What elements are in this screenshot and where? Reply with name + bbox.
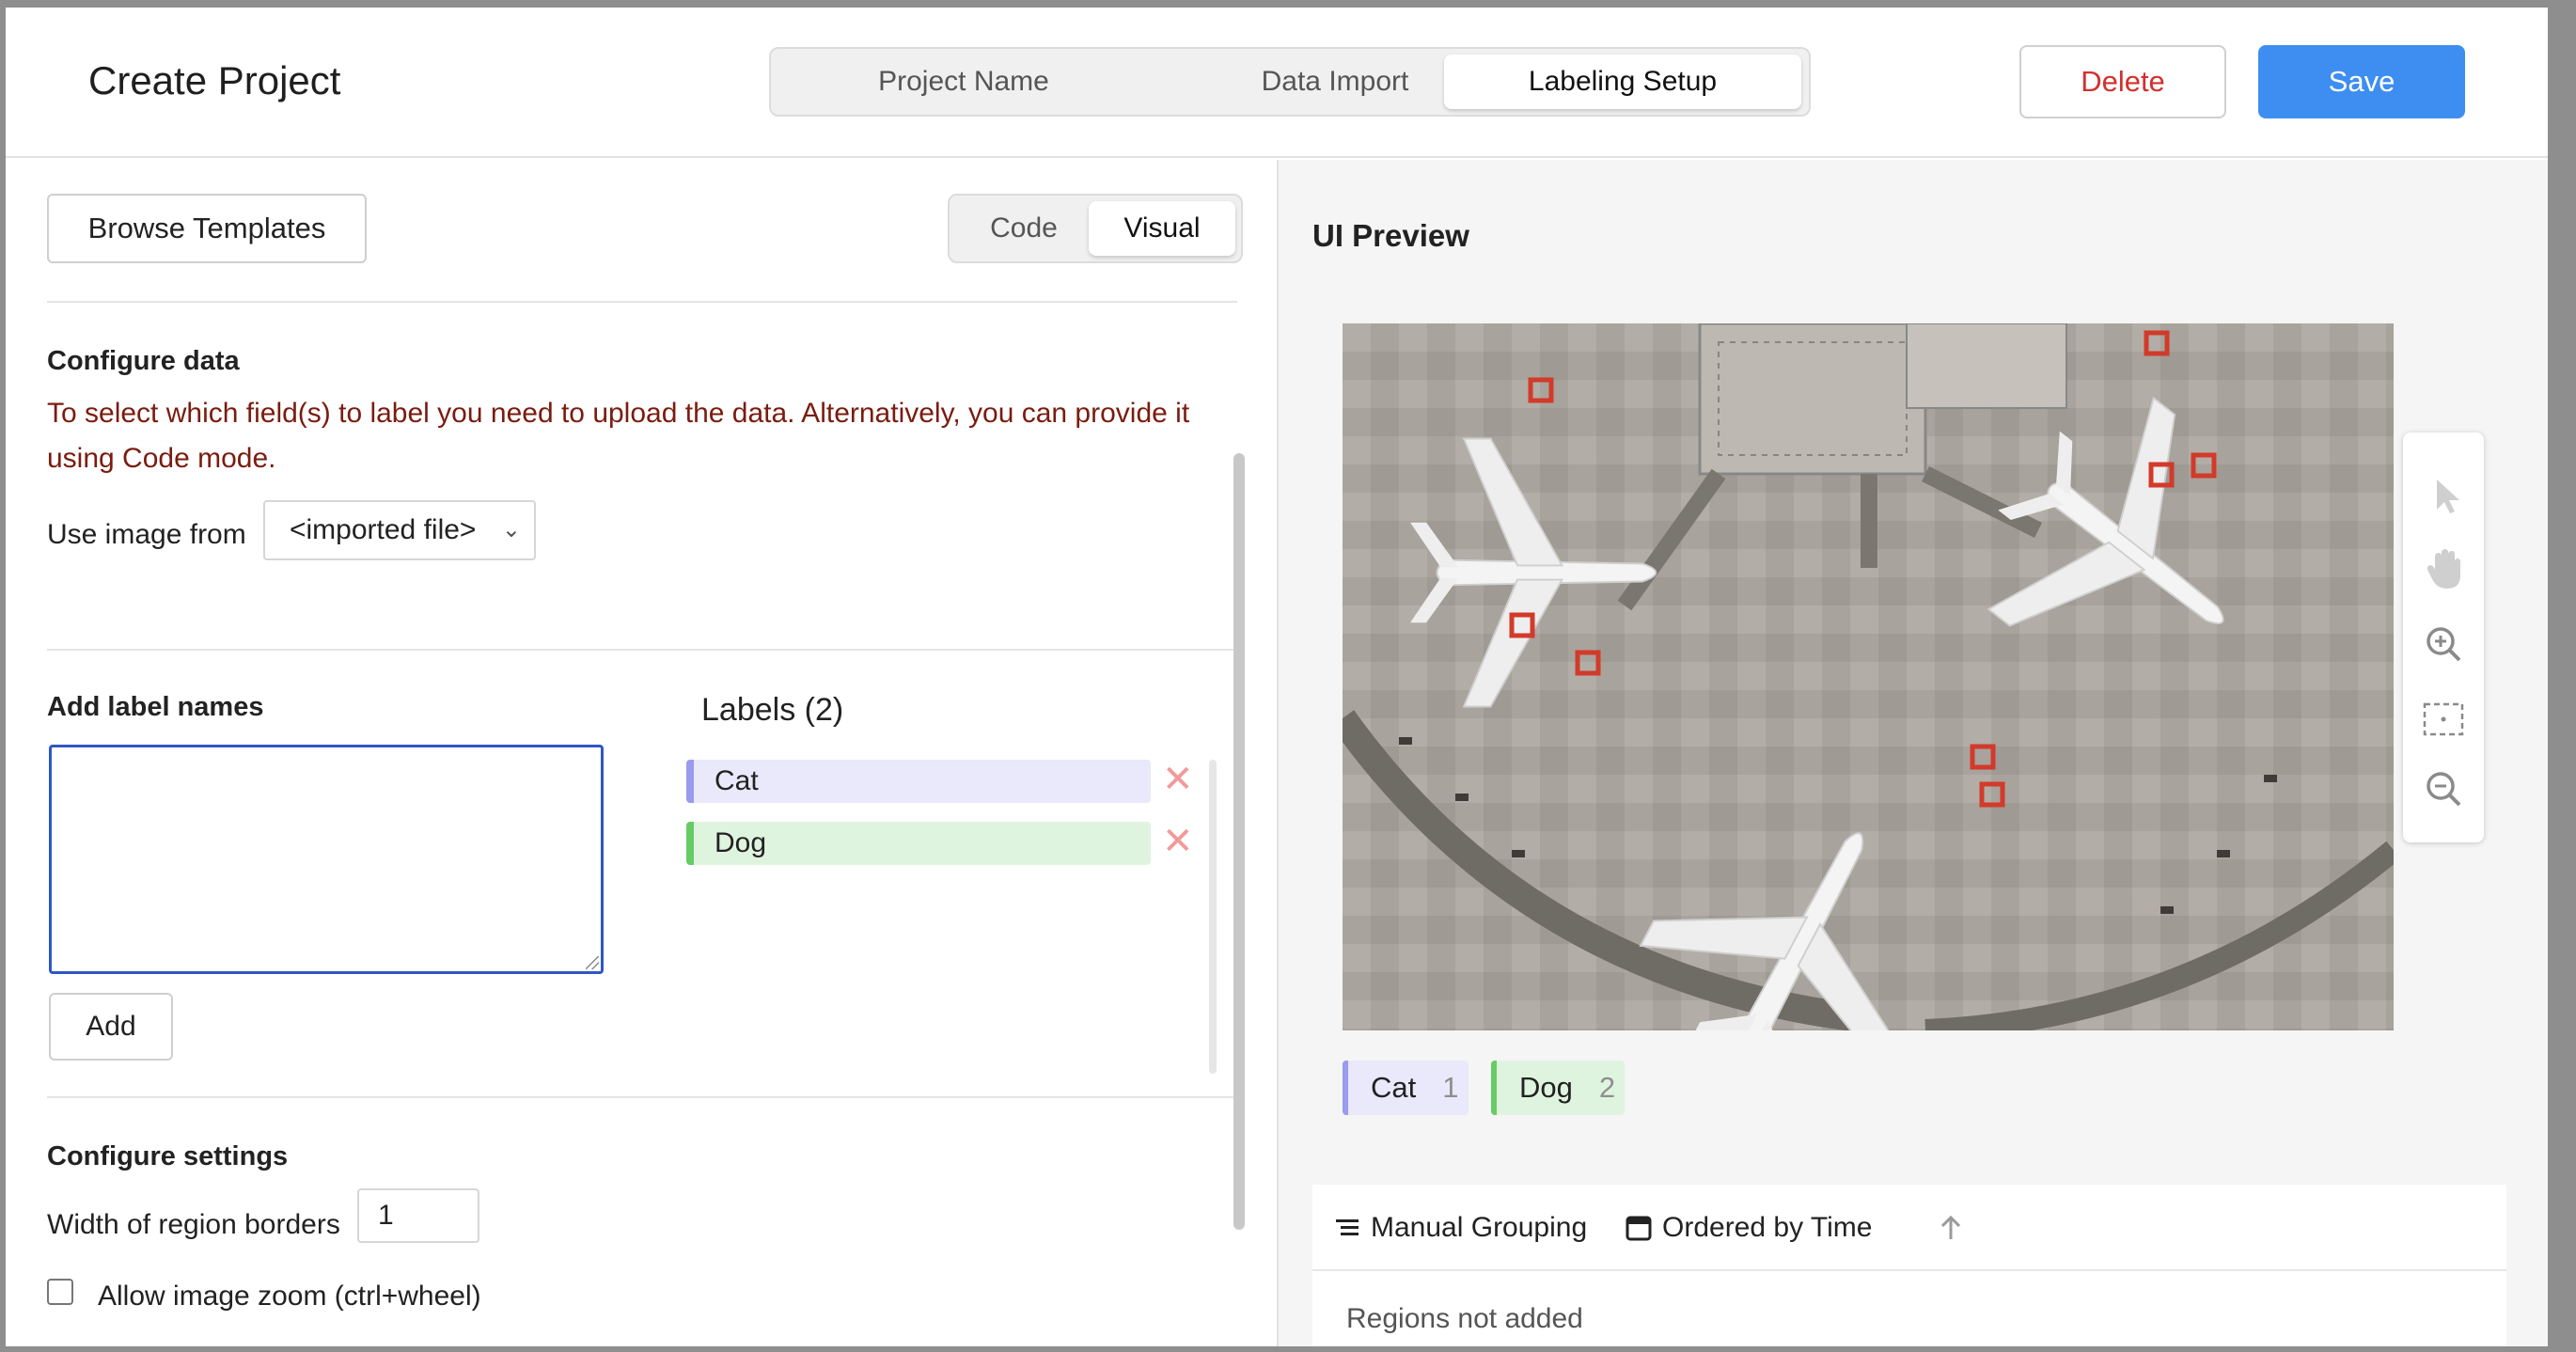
preview-chip-hotkey: 2 bbox=[1598, 1071, 1616, 1104]
create-project-modal: Create Project Project Name Data Import … bbox=[6, 8, 2548, 1346]
region-border-width-label: Width of region borders bbox=[47, 1209, 340, 1240]
list-icon bbox=[1336, 1219, 1359, 1235]
divider bbox=[47, 649, 1237, 651]
preview-label-chip[interactable]: Cat 1 bbox=[1343, 1061, 1469, 1115]
remove-label-icon[interactable]: ✕ bbox=[1162, 758, 1194, 801]
allow-zoom-checkbox[interactable] bbox=[47, 1279, 73, 1305]
zoom-out-icon[interactable] bbox=[2416, 762, 2471, 816]
use-image-label: Use image from bbox=[47, 519, 246, 550]
chevron-down-icon: ⌄ bbox=[501, 517, 521, 542]
configure-data-heading: Configure data bbox=[47, 346, 240, 376]
divider bbox=[47, 1096, 1237, 1098]
label-item[interactable]: Dog bbox=[686, 822, 1151, 865]
preview-panel: UI Preview Cat 1 Dog 2 Manual Grouping O… bbox=[1277, 160, 2548, 1346]
labels-list-title: Labels (2) bbox=[701, 692, 844, 728]
manual-grouping-button[interactable]: Manual Grouping bbox=[1333, 1211, 1587, 1245]
ordered-by-time-label: Ordered by Time bbox=[1662, 1212, 1873, 1243]
browse-templates-button[interactable]: Browse Templates bbox=[47, 194, 367, 263]
resize-handle-icon[interactable] bbox=[586, 956, 599, 969]
pointer-icon[interactable] bbox=[2416, 468, 2471, 523]
configure-data-warning: To select which field(s) to label you ne… bbox=[47, 398, 1190, 474]
tab-code-mode[interactable]: Code bbox=[957, 201, 1091, 256]
labels-scrollbar[interactable] bbox=[1209, 760, 1217, 1074]
configure-settings-heading: Configure settings bbox=[47, 1141, 289, 1171]
fit-to-screen-icon[interactable] bbox=[2416, 692, 2471, 747]
preview-title: UI Preview bbox=[1312, 218, 1469, 253]
modal-header: Create Project Project Name Data Import … bbox=[6, 8, 2548, 158]
delete-button[interactable]: Delete bbox=[2019, 45, 2226, 118]
label-names-textarea[interactable] bbox=[49, 745, 604, 974]
preview-chip-label: Dog bbox=[1519, 1071, 1573, 1104]
region-border-width-input[interactable]: 1 bbox=[357, 1188, 479, 1243]
zoom-in-icon[interactable] bbox=[2416, 617, 2471, 671]
label-item[interactable]: Cat bbox=[686, 760, 1151, 803]
regions-empty-message: Regions not added bbox=[1346, 1303, 1583, 1334]
manual-grouping-label: Manual Grouping bbox=[1371, 1212, 1588, 1243]
regions-panel: Manual Grouping Ordered by Time Regions … bbox=[1312, 1185, 2506, 1346]
airport-aerial-image bbox=[1343, 323, 2394, 1030]
config-panel: Browse Templates Code Visual Configure d… bbox=[6, 160, 1277, 1346]
sort-ascending-icon[interactable] bbox=[1937, 1213, 1965, 1243]
preview-chip-label: Cat bbox=[1371, 1071, 1417, 1104]
image-source-select[interactable]: <imported file> ⌄ bbox=[263, 500, 536, 560]
page-title: Create Project bbox=[88, 58, 341, 102]
config-scrollbar[interactable] bbox=[1233, 453, 1245, 1346]
hand-icon[interactable] bbox=[2416, 542, 2471, 596]
tab-project-name[interactable]: Project Name bbox=[809, 55, 1119, 109]
scrollbar-thumb[interactable] bbox=[1233, 453, 1245, 1230]
divider bbox=[47, 301, 1237, 303]
save-button[interactable]: Save bbox=[2258, 45, 2465, 118]
add-label-button[interactable]: Add bbox=[49, 993, 173, 1061]
image-source-value: <imported file> bbox=[290, 514, 477, 545]
image-tools bbox=[2403, 432, 2484, 842]
preview-chip-hotkey: 1 bbox=[1442, 1071, 1459, 1104]
add-label-names-heading: Add label names bbox=[47, 692, 264, 722]
remove-label-icon[interactable]: ✕ bbox=[1162, 820, 1194, 863]
preview-label-chip[interactable]: Dog 2 bbox=[1491, 1061, 1625, 1115]
preview-image[interactable] bbox=[1343, 323, 2394, 1030]
tab-visual-mode[interactable]: Visual bbox=[1089, 201, 1235, 256]
regions-toolbar: Manual Grouping Ordered by Time bbox=[1312, 1185, 2506, 1271]
mode-toggle: Code Visual bbox=[948, 194, 1243, 263]
allow-zoom-label: Allow image zoom (ctrl+wheel) bbox=[98, 1281, 481, 1312]
ordered-by-time-button[interactable]: Ordered by Time bbox=[1625, 1211, 1872, 1245]
config-form: Configure data To select which field(s) … bbox=[47, 301, 1237, 1344]
tab-labeling-setup[interactable]: Labeling Setup bbox=[1444, 55, 1801, 109]
step-tabs: Project Name Data Import Labeling Setup bbox=[769, 47, 1811, 117]
calendar-icon bbox=[1626, 1216, 1652, 1241]
